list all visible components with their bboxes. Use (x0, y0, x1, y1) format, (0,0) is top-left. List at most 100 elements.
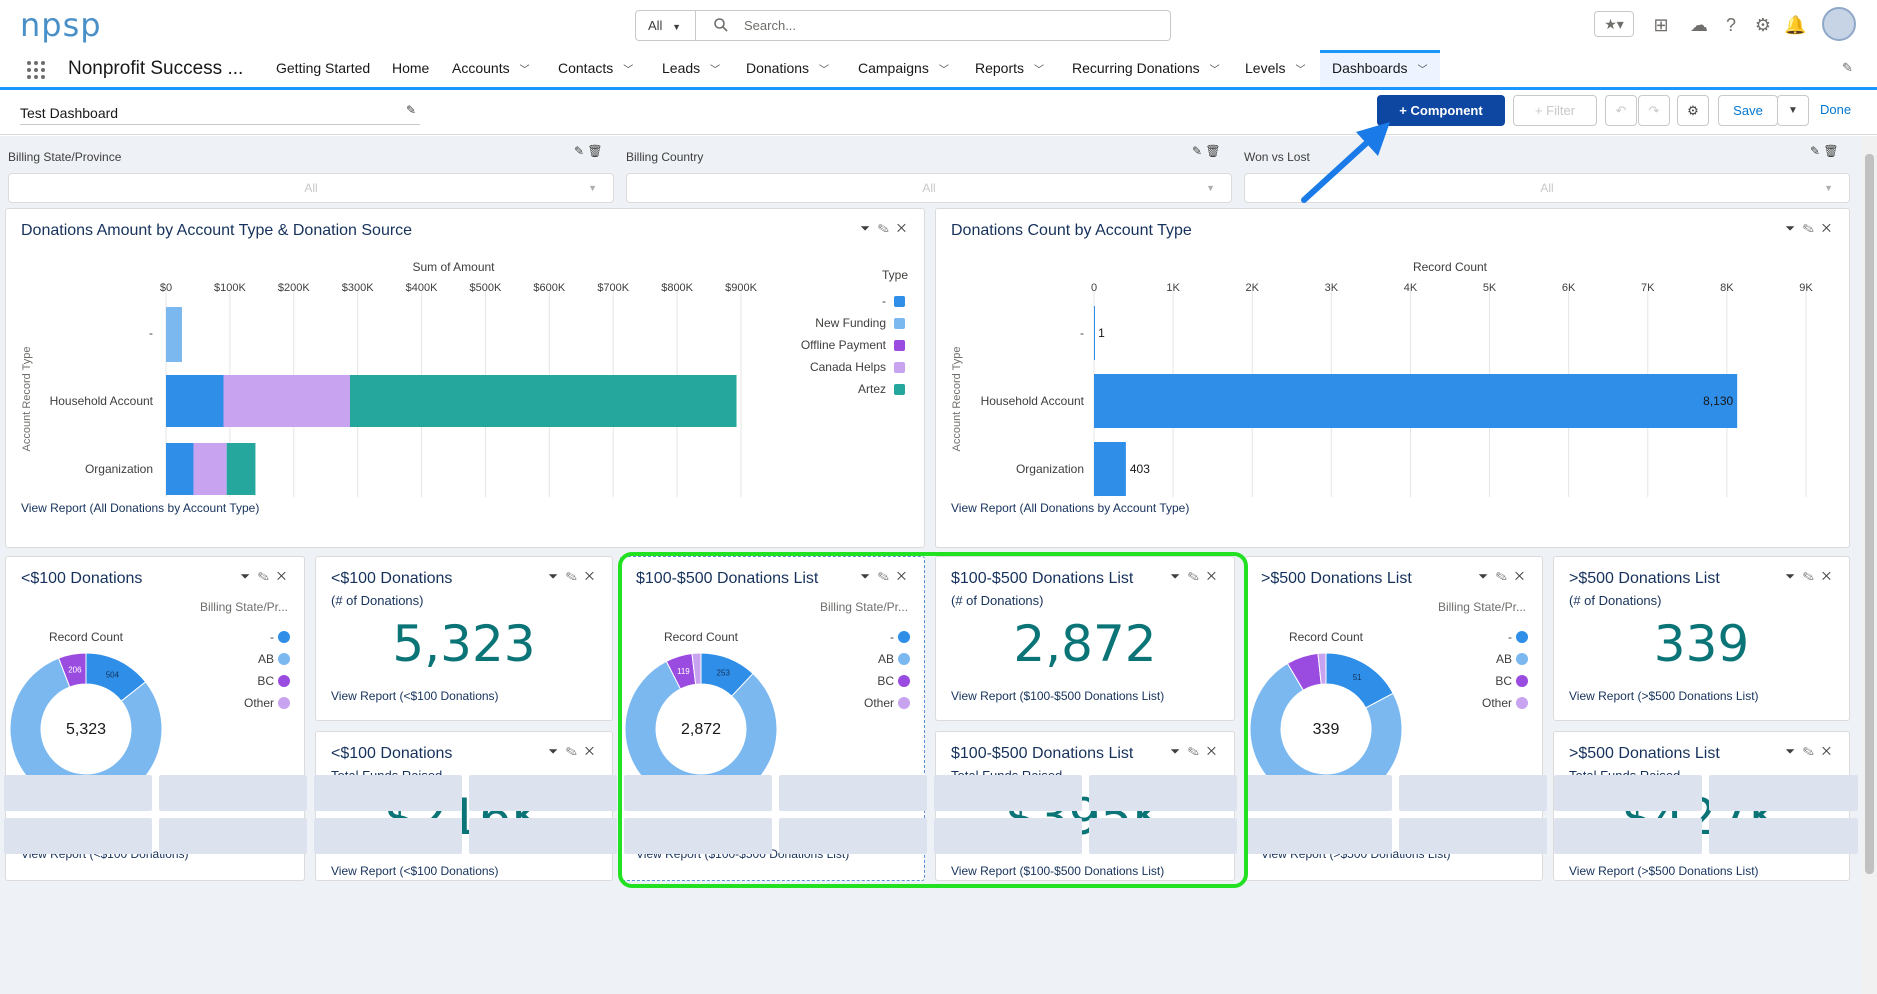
scrollbar[interactable] (1862, 136, 1877, 994)
card-tools[interactable]: ⏷✎✕ (860, 221, 914, 236)
undo-icon[interactable]: ↶ (1605, 95, 1637, 126)
empty-grid-slot (1709, 775, 1858, 811)
app-logo[interactable]: npsp (20, 6, 102, 44)
trailhead-icon[interactable]: ☁ (1688, 14, 1710, 36)
legend-swatch (894, 362, 905, 373)
save-button[interactable]: Save (1718, 95, 1778, 126)
filter-edit-delete-icons[interactable]: ✎ 🗑 (1810, 144, 1839, 158)
tab-home[interactable]: Home (392, 50, 429, 87)
bar-chart[interactable]: Record Count 0 1K 2K 3K 4K 5K 6K 7K 8K 9K Account R… (936, 239, 1849, 509)
empty-grid-slot (314, 775, 462, 811)
setup-gear-icon[interactable]: ⚙ (1752, 14, 1774, 36)
bar-segment (193, 443, 227, 495)
legend-label: BC (257, 674, 274, 688)
tab-accounts[interactable]: Accounts ﹀ (452, 50, 530, 87)
view-report-link[interactable]: View Report (<$100 Donations) (331, 689, 499, 703)
tab-leads[interactable]: Leads ﹀ (662, 50, 720, 87)
y-axis-label: Account Record Type (951, 347, 963, 452)
x-tick-label: $500K (470, 282, 502, 294)
filter-edit-delete-icons[interactable]: ✎ 🗑 (574, 144, 603, 158)
view-report-link[interactable]: View Report (>$500 Donations List) (1569, 689, 1759, 703)
card-tools[interactable]: ⏷✎✕ (240, 569, 294, 584)
x-tick-label: $100K (214, 282, 246, 294)
help-icon[interactable]: ? (1720, 14, 1742, 36)
legend-swatch (278, 653, 290, 665)
legend-title: Type (882, 268, 908, 282)
legend-swatch (278, 631, 290, 643)
metric-value: 339 (1653, 615, 1750, 673)
tab-reports[interactable]: Reports ﹀ (975, 50, 1044, 87)
save-menu-chevron-icon[interactable]: ▼ (1777, 95, 1809, 126)
metric-value: 5,323 (392, 615, 536, 673)
y-category-label: Household Account (50, 394, 154, 408)
tab-recurring-donations[interactable]: Recurring Donations ﹀ (1072, 50, 1220, 87)
bar (1094, 442, 1126, 496)
x-tick-label: 6K (1562, 282, 1576, 294)
bar (1094, 306, 1095, 360)
global-search[interactable]: All ▼ Search... (635, 10, 1171, 41)
properties-gear-icon[interactable]: ⚙ (1677, 95, 1709, 126)
metric-card-over-500-count: >$500 Donations List ⏷✎✕ (# of Donations… (1553, 556, 1850, 721)
card-tools[interactable]: ⏷✎✕ (1785, 221, 1839, 236)
chevron-down-icon: ﹀ (1417, 65, 1428, 76)
user-avatar[interactable] (1822, 7, 1856, 41)
dashboard-title-input[interactable]: Test Dashboard (20, 103, 420, 125)
add-filter-button[interactable]: + Filter (1513, 95, 1597, 126)
legend-swatch (1516, 697, 1528, 709)
x-axis-label: Sum of Amount (412, 260, 495, 274)
data-label: 403 (1130, 462, 1150, 476)
tab-contacts[interactable]: Contacts ﹀ (558, 50, 633, 87)
favorites-icon[interactable]: ★▾ (1594, 11, 1634, 37)
edit-nav-pencil-icon[interactable]: ✎ (1842, 60, 1853, 76)
y-category-label: - (1080, 326, 1084, 340)
empty-grid-slot (1709, 818, 1858, 854)
tab-getting-started[interactable]: Getting Started (276, 50, 370, 87)
empty-grid-slot (4, 818, 152, 854)
view-report-link[interactable]: View Report (All Donations by Account Ty… (21, 501, 259, 515)
view-report-link[interactable]: View Report (<$100 Donations) (331, 864, 499, 878)
app-launcher-icon[interactable] (26, 60, 46, 80)
card-tools[interactable]: ⏷✎✕ (548, 744, 602, 759)
app-name: Nonprofit Success ... (68, 58, 244, 79)
card-tools[interactable]: ⏷✎✕ (548, 569, 602, 584)
search-input[interactable]: Search... (744, 11, 796, 40)
view-report-link[interactable]: View Report (>$500 Donations List) (1569, 864, 1759, 878)
card-title: <$100 Donations (331, 570, 453, 587)
legend-label: New Funding (815, 316, 886, 330)
legend-swatch (894, 340, 905, 351)
notifications-bell-icon[interactable]: 🔔 (1784, 14, 1806, 36)
bar-segment (166, 307, 182, 362)
legend-label: BC (1495, 674, 1512, 688)
x-tick-label: $600K (533, 282, 565, 294)
filter-select[interactable]: All ▼ (8, 173, 614, 203)
view-report-link[interactable]: View Report (All Donations by Account Ty… (951, 501, 1189, 515)
tab-levels[interactable]: Levels ﹀ (1245, 50, 1305, 87)
filter-select[interactable]: All ▼ (626, 173, 1232, 203)
x-tick-label: $700K (597, 282, 629, 294)
card-title: >$500 Donations List (1569, 570, 1720, 587)
filter-billing-state: Billing State/Province ✎ 🗑 All ▼ (0, 140, 614, 204)
pencil-icon[interactable]: ✎ (406, 103, 416, 117)
tab-campaigns[interactable]: Campaigns ﹀ (858, 50, 949, 87)
card-title: >$500 Donations List (1261, 570, 1412, 587)
x-tick-label: 5K (1483, 282, 1497, 294)
empty-grid-slot (469, 818, 617, 854)
card-tools[interactable]: ⏷✎✕ (1785, 569, 1839, 584)
redo-icon[interactable]: ↷ (1638, 95, 1670, 126)
legend-swatch (278, 675, 290, 687)
card-tools[interactable]: ⏷✎✕ (1785, 744, 1839, 759)
filter-edit-delete-icons[interactable]: ✎ 🗑 (1192, 144, 1221, 158)
done-button[interactable]: Done (1820, 102, 1851, 117)
legend-label: Artez (858, 382, 886, 396)
stacked-bar-chart[interactable]: Sum of Amount $0 $100K $200K $300K $400K $500K… (6, 239, 924, 509)
x-tick-label: $400K (406, 282, 438, 294)
global-create-icon[interactable]: ⊞ (1650, 14, 1672, 36)
x-tick-label: 7K (1641, 282, 1655, 294)
tab-donations[interactable]: Donations ﹀ (746, 50, 829, 87)
bar (1094, 374, 1738, 428)
card-title: <$100 Donations (331, 745, 453, 762)
tab-dashboards[interactable]: Dashboards ﹀ (1320, 50, 1440, 87)
legend-label: - (270, 630, 274, 644)
card-tools[interactable]: ⏷✎✕ (1478, 569, 1532, 584)
search-scope-select[interactable]: All ▼ (636, 11, 696, 40)
